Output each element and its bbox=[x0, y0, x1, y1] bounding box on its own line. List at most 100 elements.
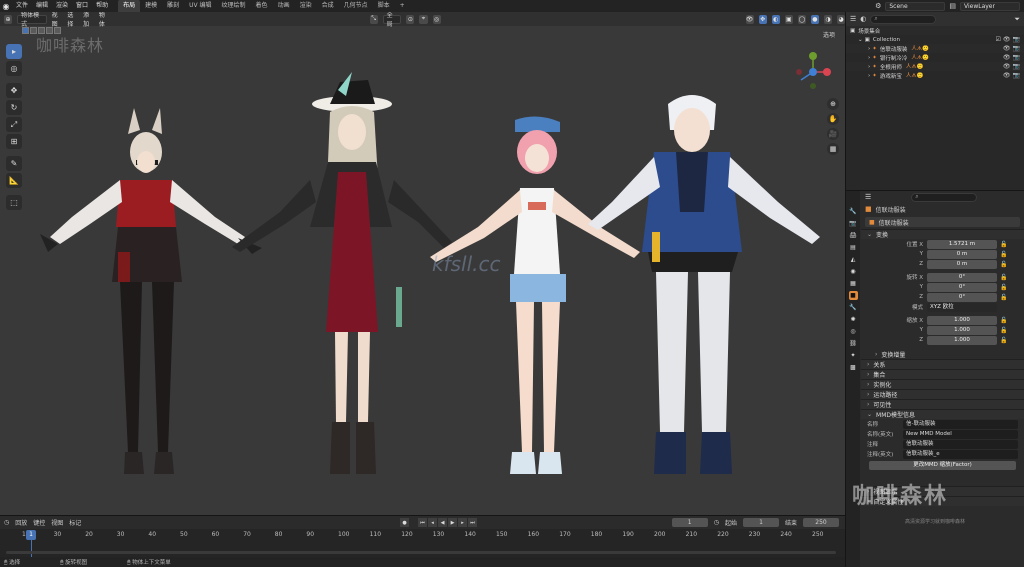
panel-visibility[interactable]: 可见性 bbox=[861, 399, 1024, 409]
play-reverse-icon[interactable]: ◀ bbox=[438, 518, 447, 527]
menu-render[interactable]: 渲染 bbox=[52, 0, 72, 12]
mode-selector[interactable]: 物体模式 bbox=[17, 12, 47, 28]
particles-tab-icon[interactable]: ✺ bbox=[849, 315, 858, 324]
collection-row[interactable]: ⌄ ▣ Collection ☑ 👁 📷 bbox=[846, 35, 1024, 44]
add-menu[interactable]: 添加 bbox=[83, 12, 94, 28]
scale-z-field[interactable]: 1.000 bbox=[927, 335, 997, 345]
lock-icon[interactable]: 🔓 bbox=[1000, 317, 1007, 324]
expand-icon[interactable]: › bbox=[868, 64, 870, 70]
scale-icon[interactable]: ⤢ bbox=[6, 117, 22, 132]
location-y-field[interactable]: 0 m bbox=[927, 249, 997, 259]
camera-icon[interactable]: 📷 bbox=[1013, 54, 1020, 61]
lock-icon[interactable]: 🔓 bbox=[1000, 284, 1007, 291]
eye-icon[interactable]: 👁 bbox=[1003, 36, 1011, 43]
tab-compositing[interactable]: 合成 bbox=[317, 0, 339, 12]
rotation-x-field[interactable]: 0° bbox=[927, 272, 997, 282]
object-tab-icon[interactable]: ■ bbox=[848, 291, 858, 300]
rotation-y-field[interactable]: 0° bbox=[927, 282, 997, 292]
marker-menu[interactable]: 标记 bbox=[69, 518, 81, 527]
tool-tab-icon[interactable]: 🔧 bbox=[849, 207, 858, 216]
checkbox-icon[interactable]: ☑ bbox=[996, 36, 1001, 43]
select-menu[interactable]: 选择 bbox=[67, 12, 78, 28]
view-menu[interactable]: 视图 bbox=[51, 518, 63, 527]
texture-tab-icon[interactable]: ▩ bbox=[849, 363, 858, 372]
timeline-scrollbar[interactable] bbox=[6, 551, 836, 554]
playback-menu[interactable]: 回放 bbox=[15, 518, 27, 527]
eye-icon[interactable]: 👁 bbox=[1003, 63, 1011, 70]
jump-end-icon[interactable]: ⏭ bbox=[468, 518, 477, 527]
gizmo-toggle-icon[interactable]: ✥ bbox=[758, 14, 767, 24]
measure-icon[interactable]: 📐 bbox=[6, 173, 22, 188]
camera-icon[interactable]: 📷 bbox=[1013, 36, 1020, 43]
expand-icon[interactable]: ⌄ bbox=[858, 37, 863, 43]
playhead[interactable]: 1 bbox=[26, 530, 36, 540]
tab-shading[interactable]: 着色 bbox=[251, 0, 273, 12]
timeline-editor[interactable]: ◷ 回放 键控 视图 标记 ● ⏮ ◂ ◀ ▶ ▸ ⏭ 1 ◷ 起始 1 结束 … bbox=[0, 515, 845, 558]
constraints-tab-icon[interactable]: ⛓ bbox=[849, 339, 858, 348]
navigation-gizmo[interactable] bbox=[791, 50, 835, 94]
panel-transform[interactable]: 变换 bbox=[861, 229, 1024, 239]
options-dropdown[interactable]: 选项 bbox=[823, 30, 835, 39]
outliner-item[interactable]: › ✦ 游戏新宝 人ᗑ🙂 👁 📷 bbox=[846, 71, 1024, 80]
tab-uv-editing[interactable]: UV 编辑 bbox=[184, 0, 216, 12]
snap-icon[interactable]: ⌖ bbox=[419, 14, 428, 24]
menu-edit[interactable]: 编辑 bbox=[32, 0, 52, 12]
properties-editor-icon[interactable]: ☰ bbox=[865, 193, 871, 201]
lock-icon[interactable]: 🔓 bbox=[1000, 241, 1007, 248]
eye-icon[interactable]: 👁 bbox=[1003, 45, 1011, 52]
tab-texture-paint[interactable]: 纹理绘制 bbox=[217, 0, 251, 12]
current-frame-field[interactable]: 1 bbox=[671, 518, 708, 527]
mmd-name-en-field[interactable]: New MMD Model bbox=[903, 429, 1018, 439]
object-name-field[interactable]: ■ 信联动服装 bbox=[865, 217, 1020, 227]
lock-icon[interactable]: 🔓 bbox=[1000, 261, 1007, 268]
visibility-icon[interactable]: 👁 bbox=[745, 14, 754, 24]
outliner-item[interactable]: › ✦ 信联动服装 人ᗑ🙂 👁 📷 bbox=[846, 44, 1024, 53]
tab-animation[interactable]: 动画 bbox=[273, 0, 295, 12]
panel-mmd-model-info[interactable]: MMD模型信息 bbox=[861, 409, 1024, 419]
properties-search-input[interactable]: ⌕ bbox=[911, 192, 978, 202]
physics-tab-icon[interactable]: ◎ bbox=[849, 327, 858, 336]
ortho-grid-icon[interactable]: ▦ bbox=[827, 143, 839, 155]
view-layer-tab-icon[interactable]: ▤ bbox=[849, 243, 858, 252]
scene-field[interactable]: Scene bbox=[885, 1, 946, 11]
cursor-icon[interactable]: ◎ bbox=[6, 61, 22, 76]
add-workspace-icon[interactable]: + bbox=[395, 0, 410, 12]
select-box-icon[interactable]: ▸ bbox=[6, 44, 22, 59]
world-tab-icon[interactable]: ◉ bbox=[849, 267, 858, 276]
annotate-icon[interactable]: ✎ bbox=[6, 156, 22, 171]
orientation-selector[interactable]: 全局 bbox=[382, 12, 402, 28]
material-shading-icon[interactable]: ◑ bbox=[823, 14, 832, 24]
add-cube-icon[interactable]: ⬚ bbox=[6, 195, 22, 210]
clock-icon[interactable]: ◷ bbox=[714, 519, 719, 526]
panel-collections[interactable]: 集合 bbox=[861, 369, 1024, 379]
outliner-item[interactable]: › ✦ 银行制冷冷 人ᗑ🙂 👁 📷 bbox=[846, 53, 1024, 62]
render-tab-icon[interactable]: 📷 bbox=[849, 219, 858, 228]
jump-start-icon[interactable]: ⏮ bbox=[418, 518, 427, 527]
expand-icon[interactable]: › bbox=[868, 55, 870, 61]
tab-geometry-nodes[interactable]: 几何节点 bbox=[339, 0, 373, 12]
tab-modeling[interactable]: 建模 bbox=[140, 0, 162, 12]
view-layer-field[interactable]: ViewLayer bbox=[960, 1, 1020, 11]
overlays-icon[interactable]: ◐ bbox=[771, 14, 780, 24]
rotation-mode-select[interactable]: XYZ 欧拉 bbox=[927, 302, 997, 312]
tab-sculpting[interactable]: 雕刻 bbox=[162, 0, 184, 12]
lock-icon[interactable]: 🔓 bbox=[1000, 251, 1007, 258]
scale-x-field[interactable]: 1.000 bbox=[927, 315, 997, 325]
keying-menu[interactable]: 键控 bbox=[33, 518, 45, 527]
outliner-search-input[interactable]: ⌕ bbox=[870, 14, 937, 24]
wireframe-shading-icon[interactable]: ◯ bbox=[797, 14, 806, 24]
prev-key-icon[interactable]: ◂ bbox=[428, 518, 437, 527]
frame-ruler[interactable]: 1 30 20 30 40 50 60 70 80 90 100 110 120 130 140 150 160… bbox=[22, 531, 823, 541]
zoom-icon[interactable]: ⊕ bbox=[827, 98, 839, 110]
scale-y-field[interactable]: 1.000 bbox=[927, 325, 997, 335]
select-new-icon[interactable] bbox=[22, 27, 29, 34]
lock-icon[interactable]: 🔓 bbox=[1000, 337, 1007, 344]
camera-view-icon[interactable]: 🎥 bbox=[827, 128, 839, 140]
camera-icon[interactable]: 📷 bbox=[1013, 72, 1020, 79]
output-tab-icon[interactable]: 🖨 bbox=[849, 231, 858, 240]
view-menu[interactable]: 视图 bbox=[52, 12, 63, 28]
lock-icon[interactable]: 🔓 bbox=[1000, 327, 1007, 334]
expand-icon[interactable]: › bbox=[868, 46, 870, 52]
proportional-edit-icon[interactable]: ◎ bbox=[432, 14, 441, 24]
outliner-editor-icon[interactable]: ☰ bbox=[850, 15, 856, 23]
